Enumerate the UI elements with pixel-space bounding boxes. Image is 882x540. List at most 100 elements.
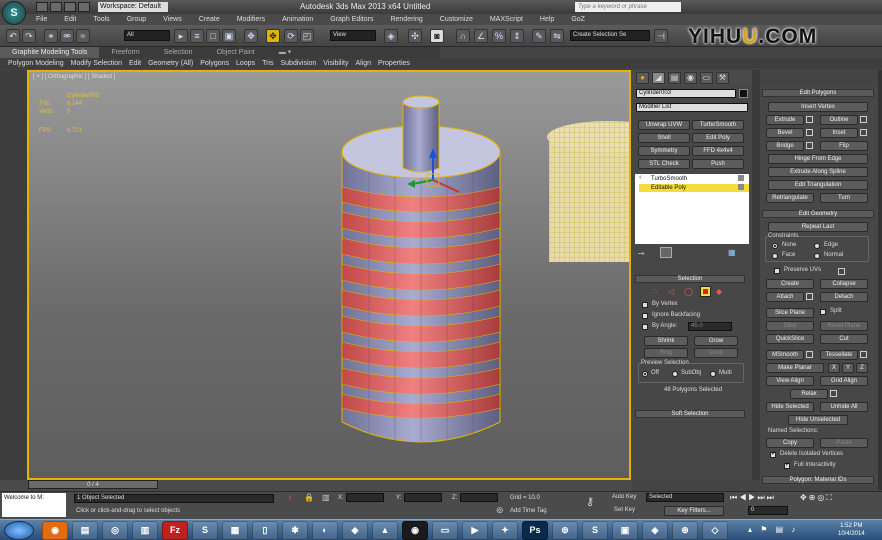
edit-polygons-header[interactable]: Edit Polygons: [762, 89, 874, 97]
move-icon[interactable]: ✥: [266, 29, 280, 43]
app-icon[interactable]: ◐: [312, 521, 338, 540]
menu-customize[interactable]: Customize: [440, 14, 473, 25]
ribbon-modify-selection[interactable]: Modify Selection: [71, 58, 122, 69]
3dsmax-taskbar-icon[interactable]: S: [582, 521, 608, 540]
window-crossing-icon[interactable]: ▣: [222, 29, 236, 43]
copy-button[interactable]: Copy: [766, 438, 814, 448]
bevel-button[interactable]: Bevel: [766, 128, 804, 138]
display-tab-icon[interactable]: ▭: [700, 72, 713, 84]
soft-selection-rollout-header[interactable]: Soft Selection: [635, 410, 745, 418]
motion-tab-icon[interactable]: ◉: [684, 72, 697, 84]
ribbon-visibility[interactable]: Visibility: [323, 58, 348, 69]
angle-snap-icon[interactable]: ∠: [474, 29, 488, 43]
create-button[interactable]: Create: [766, 279, 814, 289]
make-planar-button[interactable]: Make Planar: [766, 363, 824, 373]
bind-space-warp-icon[interactable]: ≈: [76, 29, 90, 43]
movie-icon[interactable]: ▶: [462, 521, 488, 540]
named-selection-set-dropdown[interactable]: Create Selection Se: [570, 30, 650, 41]
ribbon-loops[interactable]: Loops: [236, 58, 255, 69]
key-filters-button[interactable]: Key Filters...: [664, 506, 724, 516]
tab-graphite-modeling-tools[interactable]: Graphite Modeling Tools: [0, 47, 100, 58]
outline-settings-icon[interactable]: [860, 116, 867, 123]
filezilla-icon[interactable]: Fz: [162, 521, 188, 540]
outline-button[interactable]: Outline: [820, 115, 858, 125]
hinge-from-edge-button[interactable]: Hinge From Edge: [768, 154, 868, 164]
planar-y-button[interactable]: Y: [842, 363, 854, 373]
menu-maxscript[interactable]: MAXScript: [490, 14, 523, 25]
turn-button[interactable]: Turn: [820, 193, 868, 203]
by-vertex-checkbox[interactable]: [642, 302, 648, 308]
constraint-face-radio[interactable]: [772, 253, 778, 259]
ribbon-options-icon[interactable]: ▬ ▾: [267, 47, 303, 58]
media-icon[interactable]: ◉: [402, 521, 428, 540]
select-by-name-icon[interactable]: ≡: [190, 29, 204, 43]
select-manipulate-icon[interactable]: ✣: [408, 29, 422, 43]
edit-poly-button[interactable]: Edit Poly: [692, 133, 744, 143]
firefox-icon[interactable]: ◉: [42, 521, 68, 540]
msmooth-button[interactable]: MSmooth: [766, 350, 804, 360]
collapse-button[interactable]: Collapse: [820, 279, 868, 289]
unhide-all-button[interactable]: Unhide All: [820, 402, 868, 412]
absolute-mode-icon[interactable]: ▥: [322, 493, 330, 502]
inset-settings-icon[interactable]: [860, 129, 867, 136]
lock-selection-icon[interactable]: 🔒: [304, 493, 314, 502]
element-icon[interactable]: ◆: [716, 287, 722, 296]
ignore-backfacing-checkbox[interactable]: [642, 313, 648, 319]
program-icon[interactable]: ✱: [282, 521, 308, 540]
key-icon[interactable]: ⚷: [586, 495, 594, 508]
constraint-edge-radio[interactable]: [814, 243, 820, 249]
configure-sets-icon[interactable]: ▦: [728, 248, 736, 257]
loop-button[interactable]: Loop: [694, 348, 738, 358]
view-align-button[interactable]: View Align: [766, 376, 814, 386]
command-panel-scrollbar[interactable]: [752, 70, 760, 480]
border-icon[interactable]: ◯: [684, 287, 693, 296]
repeat-last-button[interactable]: Repeat Last: [768, 222, 868, 232]
preview-off-radio[interactable]: [642, 371, 648, 377]
auto-key-button[interactable]: Auto Key: [612, 494, 636, 500]
menu-goz[interactable]: GoZ: [571, 14, 585, 25]
ribbon-properties[interactable]: Properties: [378, 58, 410, 69]
planar-z-button[interactable]: Z: [856, 363, 868, 373]
menu-animation[interactable]: Animation: [282, 14, 313, 25]
stack-item-editable-poly[interactable]: Editable Poly: [639, 184, 749, 192]
clock[interactable]: 1:52 PM 10/4/2014: [838, 522, 865, 538]
background-cylinder[interactable]: [547, 121, 629, 262]
bridge-button[interactable]: Bridge: [766, 141, 804, 151]
flip-button[interactable]: Flip: [820, 141, 868, 151]
menu-edit[interactable]: Edit: [64, 14, 76, 25]
hide-unselected-button[interactable]: Hide Unselected: [788, 415, 848, 425]
application-button[interactable]: S: [2, 1, 26, 25]
undo-icon[interactable]: [78, 2, 90, 12]
percent-snap-icon[interactable]: %: [492, 29, 506, 43]
scale-icon[interactable]: ◰: [300, 29, 314, 43]
msmooth-settings-icon[interactable]: [806, 351, 813, 358]
maxscript-listener[interactable]: Welcome to M:: [2, 493, 66, 517]
link-icon[interactable]: ⚭: [44, 29, 58, 43]
by-angle-checkbox[interactable]: [642, 324, 648, 330]
edit-triangulation-button[interactable]: Edit Triangulation: [768, 180, 868, 190]
tab-freeform[interactable]: Freeform: [99, 47, 151, 58]
ribbon-polygons[interactable]: Polygons: [200, 58, 229, 69]
y-coordinate-field[interactable]: [404, 493, 442, 502]
key-filter-dropdown[interactable]: Selected: [646, 493, 724, 502]
spinner-snap-icon[interactable]: ⇕: [510, 29, 524, 43]
ribbon-subdivision[interactable]: Subdivision: [280, 58, 316, 69]
unwrap-uvw-button[interactable]: Unwrap UVW: [638, 120, 690, 130]
attach-button[interactable]: Attach: [766, 292, 804, 302]
menu-modifiers[interactable]: Modifiers: [237, 14, 265, 25]
menu-graph-editors[interactable]: Graph Editors: [330, 14, 373, 25]
modifier-stack[interactable]: TurboSmooth Editable Poly ♀: [635, 174, 749, 244]
explorer-icon[interactable]: ▤: [72, 521, 98, 540]
edge-icon[interactable]: ◁: [668, 287, 674, 296]
constraint-normal-radio[interactable]: [814, 253, 820, 259]
show-end-result-icon[interactable]: [660, 247, 672, 258]
preview-subobj-radio[interactable]: [672, 371, 678, 377]
extrude-button[interactable]: Extrude: [766, 115, 804, 125]
ribbon-polygon-modeling[interactable]: Polygon Modeling: [8, 58, 64, 69]
polygon-material-ids-header[interactable]: Polygon: Material IDs: [762, 476, 874, 484]
reset-plane-button[interactable]: Reset Plane: [820, 321, 868, 331]
undo-icon[interactable]: ↶: [6, 29, 20, 43]
start-button[interactable]: [4, 521, 34, 540]
extrude-settings-icon[interactable]: [806, 116, 813, 123]
stack-toggle-icon[interactable]: [738, 184, 744, 190]
